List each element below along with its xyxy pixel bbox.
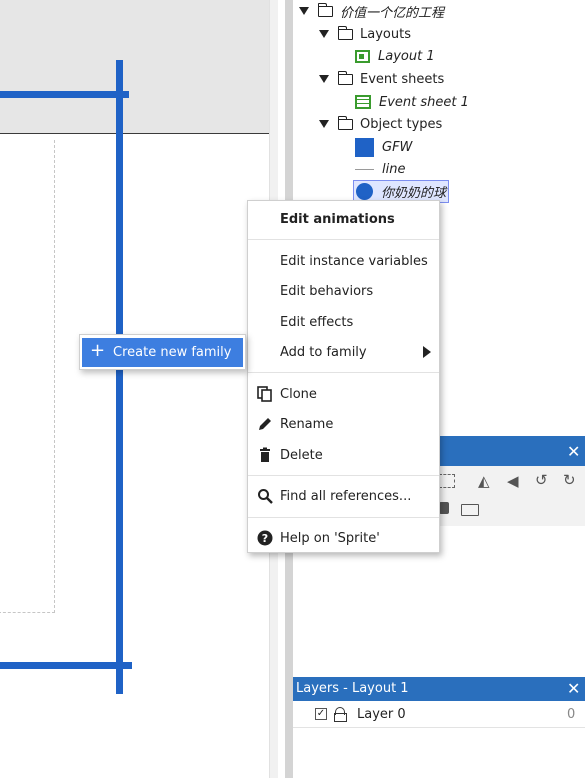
- menu-item-label: Clone: [280, 386, 317, 402]
- event-sheet-icon: [355, 95, 371, 109]
- menu-item-rename[interactable]: Rename: [248, 411, 439, 437]
- expand-triangle-icon[interactable]: [319, 30, 329, 38]
- folder-icon: [337, 70, 353, 85]
- flip-vertical-icon[interactable]: ◀: [507, 474, 519, 489]
- menu-item-help[interactable]: ? Help on 'Sprite': [248, 525, 439, 551]
- layer-visible-checkbox[interactable]: ✓: [315, 708, 327, 720]
- layer-row[interactable]: ✓ Layer 0 0: [293, 701, 585, 728]
- expand-triangle-icon[interactable]: [319, 75, 329, 83]
- ball-thumbnail-icon: [356, 183, 373, 200]
- folder-icon: [337, 25, 353, 40]
- unlock-icon-body: [334, 713, 347, 722]
- tree-item-event-sheet-1[interactable]: Event sheet 1: [355, 91, 469, 113]
- menu-item-label: Help on 'Sprite': [280, 530, 380, 546]
- canvas-margin-band: [0, 0, 270, 134]
- help-icon: ?: [257, 530, 273, 546]
- expand-triangle-icon[interactable]: [319, 120, 329, 128]
- submenu-arrow-icon: [423, 346, 431, 358]
- layers-panel-header: Layers - Layout 1 ✕: [293, 677, 585, 701]
- project-root-label: 价值一个亿的工程: [340, 5, 445, 21]
- add-to-family-submenu: + Create new family: [79, 334, 246, 370]
- clone-icon: [257, 386, 272, 402]
- menu-item-label: Create new family: [113, 345, 232, 360]
- folder-label: Layouts: [360, 26, 411, 42]
- menu-item-label: Delete: [280, 447, 323, 463]
- menu-item-label: Add to family: [280, 344, 367, 360]
- item-label: line: [382, 161, 406, 177]
- menu-separator: [248, 239, 439, 240]
- menu-separator: [248, 372, 439, 373]
- expand-triangle-icon[interactable]: [299, 7, 309, 15]
- tree-item-layout-1[interactable]: Layout 1: [355, 45, 435, 67]
- menu-item-label: Edit instance variables: [280, 253, 428, 269]
- plus-icon: +: [90, 340, 106, 361]
- gfw-bar-top[interactable]: [0, 91, 129, 98]
- tree-folder-layouts[interactable]: Layouts: [319, 23, 411, 45]
- layout-icon: [355, 49, 370, 63]
- select-region-icon[interactable]: [439, 474, 455, 488]
- panel-header: ✕: [439, 436, 585, 466]
- layer-name: Layer 0: [357, 707, 406, 722]
- object-context-menu: Edit animations Edit instance variables …: [247, 200, 440, 553]
- lock-icon[interactable]: [439, 502, 449, 514]
- tree-root[interactable]: 价值一个亿的工程: [299, 0, 444, 22]
- menu-item-edit-animations[interactable]: Edit animations: [248, 206, 439, 232]
- layers-title: Layers - Layout 1: [296, 681, 409, 696]
- folder-icon: [317, 2, 333, 17]
- tree-item-object-gfw[interactable]: GFW: [355, 136, 412, 158]
- flip-horizontal-icon[interactable]: ◭: [478, 474, 490, 489]
- menu-item-edit-effects[interactable]: Edit effects: [248, 309, 439, 335]
- menu-item-label: Edit effects: [280, 314, 354, 330]
- menu-item-find-all-references[interactable]: Find all references...: [248, 483, 439, 509]
- menu-item-label: Edit animations: [280, 211, 395, 227]
- menu-separator: [248, 475, 439, 476]
- menu-item-label: Rename: [280, 416, 334, 432]
- line-thumbnail-icon: [355, 168, 374, 170]
- layout-canvas[interactable]: [0, 0, 270, 778]
- gfw-bar-bottom[interactable]: [0, 662, 132, 669]
- rotate-right-icon[interactable]: ↻: [563, 473, 576, 488]
- rotate-left-icon[interactable]: ↺: [535, 473, 548, 488]
- item-label: GFW: [382, 139, 413, 155]
- layout-boundary: [0, 140, 55, 613]
- panel-toolbar: ◭ ◀ ↺ ↻: [439, 466, 585, 526]
- close-icon[interactable]: ✕: [567, 681, 580, 697]
- svg-text:?: ?: [262, 532, 268, 545]
- menu-item-label: Find all references...: [280, 488, 412, 504]
- folder-icon[interactable]: [461, 504, 479, 516]
- search-icon: [258, 489, 273, 504]
- folder-icon: [337, 115, 353, 130]
- layers-panel-body: [293, 728, 585, 778]
- trash-icon: [260, 447, 270, 462]
- folder-label: Event sheets: [360, 71, 445, 87]
- tree-folder-object-types[interactable]: Object types: [319, 113, 442, 135]
- layer-index: 0: [567, 707, 576, 722]
- item-label: Layout 1: [378, 48, 435, 64]
- tree-item-object-line[interactable]: line: [355, 158, 405, 180]
- menu-item-label: Edit behaviors: [280, 283, 374, 299]
- gfw-bar-vertical[interactable]: [116, 60, 123, 694]
- menu-separator: [248, 517, 439, 518]
- pencil-icon: [259, 418, 271, 430]
- menu-item-edit-instance-variables[interactable]: Edit instance variables: [248, 248, 439, 274]
- menu-item-delete[interactable]: Delete: [248, 442, 439, 468]
- menu-item-clone[interactable]: Clone: [248, 381, 439, 407]
- folder-label: Object types: [360, 116, 443, 132]
- sprite-thumbnail-icon: [355, 137, 374, 157]
- item-label: Event sheet 1: [379, 94, 469, 110]
- menu-item-create-new-family[interactable]: + Create new family: [82, 338, 243, 367]
- close-icon[interactable]: ✕: [567, 444, 580, 460]
- menu-item-add-to-family[interactable]: Add to family: [248, 339, 439, 365]
- menu-item-edit-behaviors[interactable]: Edit behaviors: [248, 278, 439, 304]
- item-label: 你奶奶的球: [381, 186, 447, 201]
- tree-folder-event-sheets[interactable]: Event sheets: [319, 68, 444, 90]
